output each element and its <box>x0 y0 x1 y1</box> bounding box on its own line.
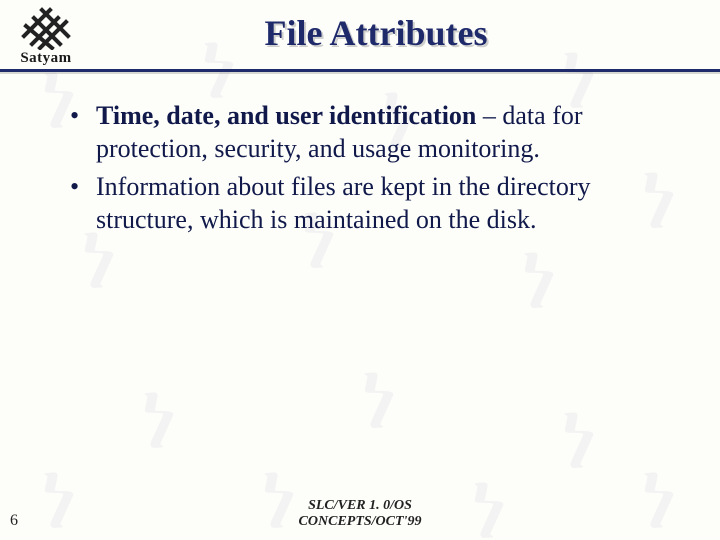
slide-title: File Attributes <box>92 12 660 54</box>
footer-text: SLC/VER 1. 0/OS CONCEPTS/OCT'99 <box>40 498 720 530</box>
lattice-icon <box>18 6 74 50</box>
footer: 6 SLC/VER 1. 0/OS CONCEPTS/OCT'99 <box>0 498 720 530</box>
footer-line-1: SLC/VER 1. 0/OS <box>40 498 680 514</box>
brand-logo: Satyam <box>0 4 92 67</box>
slide: Satyam File Attributes Time, date, and u… <box>0 0 720 540</box>
page-number: 6 <box>0 512 40 530</box>
content-area: Time, date, and user identification – da… <box>0 72 720 236</box>
title-area: File Attributes <box>92 4 720 54</box>
bullet-list: Time, date, and user identification – da… <box>62 100 660 236</box>
bullet-item: Information about files are kept in the … <box>62 171 660 236</box>
brand-name: Satyam <box>0 50 92 67</box>
bullet-rest: Information about files are kept in the … <box>96 172 591 234</box>
footer-line-2: CONCEPTS/OCT'99 <box>40 514 680 530</box>
bullet-item: Time, date, and user identification – da… <box>62 100 660 165</box>
header: Satyam File Attributes <box>0 0 720 67</box>
bullet-lead: Time, date, and user identification <box>96 101 476 130</box>
